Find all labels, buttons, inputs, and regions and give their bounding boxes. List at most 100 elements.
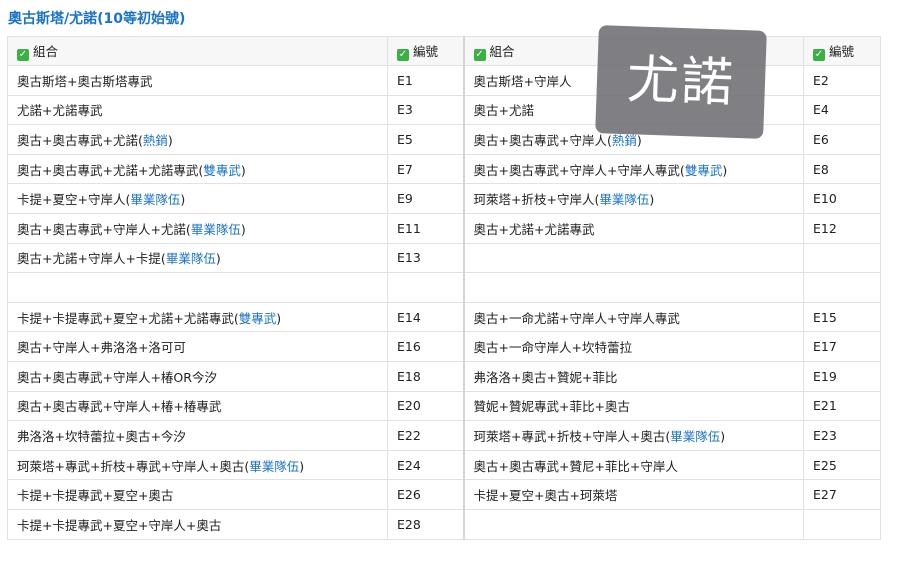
combo-text: 奧古+奧古專武+贊尼+菲比+守岸人 [473,458,678,474]
combo-cell: 卡提+卡提專武+夏空+奧古 [7,479,388,510]
combo-tag-link[interactable]: 畢業隊伍 [599,192,649,207]
header-code-label: 編號 [413,44,439,59]
code-cell: E3 [387,94,464,126]
code-cell: E1 [387,65,464,96]
combo-cell: 奧古+奧古專武+守岸人+守岸人專武(雙專武) [462,153,804,185]
table-row: 奧古+守岸人+弗洛洛+洛可可 E16 奧古+一命守岸人+坎特蕾拉 E17 [7,331,881,362]
close-paren: ) [299,458,305,474]
code-cell: E28 [387,508,464,540]
code-cell: E8 [803,153,881,185]
combo-text: 奧古+奧古專武+守岸人+守岸人專武( [473,162,685,178]
combo-tag-link[interactable]: 雙專武 [239,311,277,326]
combo-text: 奧古+尤諾+守岸人+卡提( [17,251,166,267]
code-cell [803,272,881,303]
combo-text: 奧古+奧古專武+守岸人( [473,132,612,148]
code-cell: E22 [387,420,464,451]
code-cell: E19 [803,360,881,392]
code-cell [803,242,881,274]
code-cell [803,508,881,540]
table-row [7,272,881,303]
header-combo-label: 組合 [33,44,59,59]
combo-cell: 尤諾+尤諾專武 [7,94,388,126]
code-cell: E2 [803,65,881,96]
combo-cell: 奧古+守岸人+弗洛洛+洛可可 [7,331,388,362]
code-cell: E12 [803,212,881,244]
combo-cell: 奧古+奧古專武+贊尼+菲比+守岸人 [462,449,804,481]
combo-text: 奧古+奧古專武+守岸人+椿OR今汐 [17,369,217,385]
code-cell: E21 [803,390,881,422]
code-cell: E14 [387,301,464,333]
check-square-icon: ✓ [17,49,29,61]
table-row: 奧古+奧古專武+守岸人+尤諾(畢業隊伍) E11 奧古+尤諾+尤諾專武 E12 [7,212,881,244]
table-row: 卡提+卡提專武+夏空+尤諾+尤諾專武(雙專武) E14 奧古+一命尤諾+守岸人+守岸… [7,301,881,333]
watermark-badge: 尤諾 [595,25,767,139]
code-cell: E27 [803,479,881,510]
combo-text: 奧古+一命守岸人+坎特蕾拉 [473,340,632,356]
combo-text: 卡提+卡提專武+夏空+守岸人+奧古 [17,517,222,533]
header-combo[interactable]: ✓ 組合 [7,36,388,66]
combo-tag-link[interactable]: 熱銷 [612,133,637,148]
combo-tag-link[interactable]: 畢業隊伍 [166,251,216,266]
table-row: 珂萊塔+專武+折枝+專武+守岸人+奧古(畢業隊伍) E24 奧古+奧古專武+贊尼+菲… [7,449,881,481]
combo-cell: 奧古+奧古專武+尤諾+尤諾專武(雙專武) [7,153,388,185]
combo-cell: 珂萊塔+專武+折枝+守岸人+奧古(畢業隊伍) [462,420,804,451]
code-cell: E7 [387,153,464,185]
code-cell: E25 [803,449,881,481]
combo-cell: 奧古+尤諾+守岸人+卡提(畢業隊伍) [7,242,388,274]
table-row: 卡提+卡提專武+夏空+奧古 E26 卡提+夏空+奧古+珂萊塔 E27 [7,479,881,510]
table-row: 奧古+奧古專武+守岸人+椿OR今汐 E18 弗洛洛+奧古+贊妮+菲比 E19 [7,360,881,392]
table-row: 卡提+卡提專武+夏空+守岸人+奧古 E28 [7,508,881,540]
code-cell: E16 [387,331,464,362]
combo-text: 奧古+奧古專武+守岸人+椿+椿專武 [17,399,222,415]
close-paren: ) [240,221,246,237]
combo-cell: 弗洛洛+坎特蕾拉+奧古+今汐 [7,420,388,451]
combo-cell: 珂萊塔+折枝+守岸人(畢業隊伍) [462,183,804,214]
combo-tag-link[interactable]: 熱銷 [143,133,168,148]
code-cell: E9 [387,183,464,214]
check-square-icon: ✓ [473,49,486,61]
combo-cell: 奧古+奧古專武+尤諾(熱銷) [7,124,388,155]
close-paren: ) [215,251,221,267]
combo-tag-link[interactable]: 畢業隊伍 [249,459,299,474]
combo-cell: 奧古+尤諾+尤諾專武 [462,212,804,244]
combo-cell: 奧古+奧古專武+守岸人+椿OR今汐 [7,360,388,392]
combo-cell [7,272,388,303]
code-cell: E24 [387,449,464,481]
code-cell: E6 [803,124,881,155]
combo-text: 奧古+奧古專武+守岸人+尤諾( [17,221,191,237]
combo-cell: 奧古+奧古專武+守岸人+椿+椿專武 [7,390,388,422]
combo-text: 珂萊塔+折枝+守岸人( [473,192,600,208]
code-cell: E17 [803,331,881,362]
combo-text: 奧古+奧古專武+尤諾+尤諾專武( [17,162,204,178]
combo-cell: 贊妮+贊妮專武+菲比+奧古 [462,390,804,422]
code-cell: E18 [387,360,464,392]
combo-tag-link[interactable]: 雙專武 [203,163,241,178]
combo-text: 卡提+卡提專武+夏空+奧古 [17,488,174,504]
combo-cell: 奧古+一命守岸人+坎特蕾拉 [462,331,804,362]
combo-text: 奧古+守岸人+弗洛洛+洛可可 [17,340,186,356]
close-paren: ) [276,310,282,326]
combo-tag-link[interactable]: 雙專武 [685,163,723,178]
table-row: 弗洛洛+坎特蕾拉+奧古+今汐 E22 珂萊塔+專武+折枝+守岸人+奧古(畢業隊伍) E… [7,420,881,451]
combo-text: 卡提+夏空+奧古+珂萊塔 [473,488,618,504]
combo-tag-link[interactable]: 畢業隊伍 [670,429,720,444]
combo-cell: 奧古+奧古專武+守岸人+尤諾(畢業隊伍) [7,212,388,244]
combo-cell: 卡提+夏空+奧古+珂萊塔 [462,479,804,510]
code-cell: E10 [803,183,881,214]
combo-text: 奧古+奧古專武+尤諾( [17,132,143,148]
page-title: 奧古斯塔/尤諾(10等初始號) [8,11,186,27]
table-row: 奧古+尤諾+守岸人+卡提(畢業隊伍) E13 [7,242,881,274]
code-cell: E4 [803,94,881,126]
header-code[interactable]: ✓ 編號 [387,36,464,66]
combo-cell: 奧古+一命尤諾+守岸人+守岸人專武 [462,301,804,333]
close-paren: ) [167,132,173,148]
combo-cell: 卡提+卡提專武+夏空+守岸人+奧古 [7,508,388,540]
combo-text: 奧古斯塔+奧古斯塔專武 [17,73,153,89]
close-paren: ) [636,132,642,148]
header-code-2[interactable]: ✓ 編號 [803,36,881,66]
code-cell [387,272,464,303]
combo-tag-link[interactable]: 畢業隊伍 [191,222,241,237]
combo-text: 卡提+夏空+守岸人( [17,192,131,208]
combo-tag-link[interactable]: 畢業隊伍 [130,192,180,207]
code-cell: E5 [387,124,464,155]
